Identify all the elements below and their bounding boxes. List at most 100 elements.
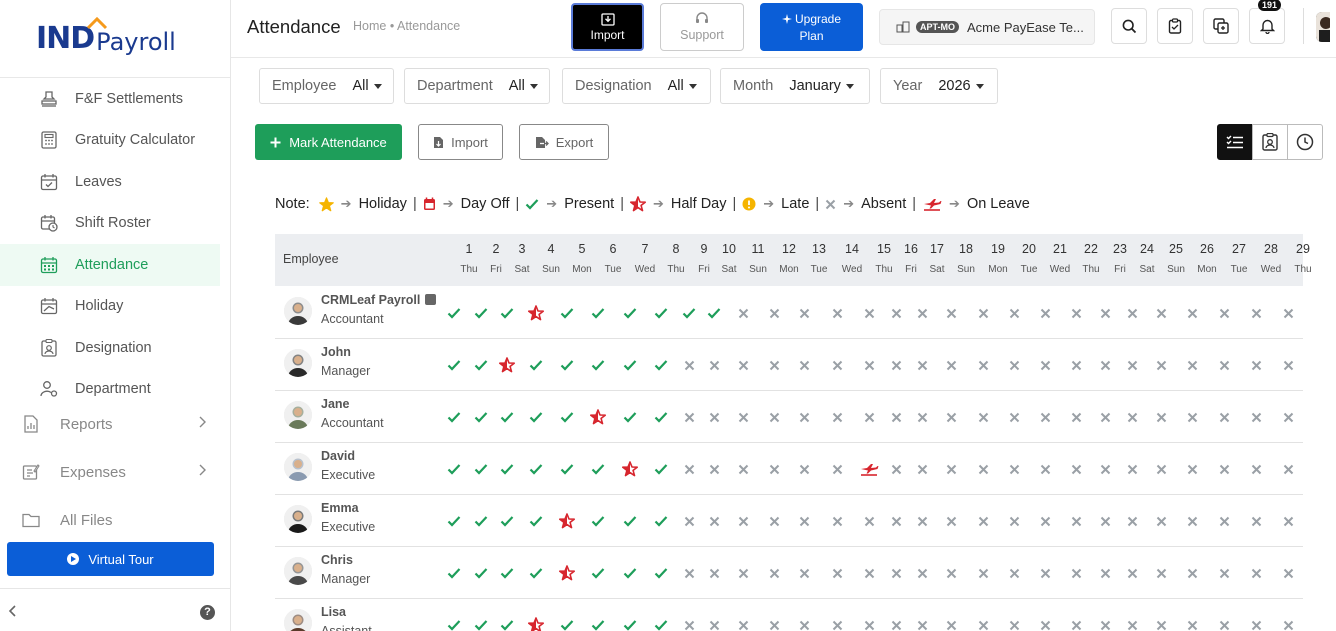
absent-cross-icon[interactable] bbox=[733, 355, 753, 375]
absent-cross-icon[interactable] bbox=[912, 355, 932, 375]
absent-cross-icon[interactable] bbox=[1004, 355, 1024, 375]
present-check-icon[interactable] bbox=[444, 511, 464, 531]
sidebar-item-shift-roster[interactable]: Shift Roster bbox=[0, 203, 230, 245]
absent-cross-icon[interactable] bbox=[733, 303, 753, 323]
absent-cross-icon[interactable] bbox=[1151, 615, 1171, 631]
present-check-icon[interactable] bbox=[557, 459, 577, 479]
absent-cross-icon[interactable] bbox=[1066, 511, 1086, 531]
absent-cross-icon[interactable] bbox=[827, 511, 847, 531]
present-check-icon[interactable] bbox=[497, 511, 517, 531]
absent-cross-icon[interactable] bbox=[1122, 563, 1142, 583]
absent-cross-icon[interactable] bbox=[827, 615, 847, 631]
present-check-icon[interactable] bbox=[588, 615, 608, 631]
table-row[interactable]: CRMLeaf Payroll Accountant bbox=[275, 287, 1303, 339]
brand-logo[interactable]: IND Payroll bbox=[0, 0, 230, 78]
absent-cross-icon[interactable] bbox=[973, 459, 993, 479]
absent-cross-icon[interactable] bbox=[1095, 407, 1115, 427]
absent-cross-icon[interactable] bbox=[794, 563, 814, 583]
present-check-icon[interactable] bbox=[444, 355, 464, 375]
absent-cross-icon[interactable] bbox=[886, 355, 906, 375]
absent-cross-icon[interactable] bbox=[764, 303, 784, 323]
sidebar-item-leaves[interactable]: Leaves bbox=[0, 161, 230, 203]
absent-cross-icon[interactable] bbox=[1214, 459, 1234, 479]
present-check-icon[interactable] bbox=[497, 303, 517, 323]
present-check-icon[interactable] bbox=[526, 355, 546, 375]
absent-cross-icon[interactable] bbox=[794, 407, 814, 427]
view-list-toggle[interactable] bbox=[1217, 124, 1253, 160]
absent-cross-icon[interactable] bbox=[941, 459, 961, 479]
help-icon[interactable]: ? bbox=[200, 605, 215, 620]
absent-cross-icon[interactable] bbox=[941, 407, 961, 427]
absent-cross-icon[interactable] bbox=[1066, 355, 1086, 375]
present-check-icon[interactable] bbox=[444, 407, 464, 427]
absent-cross-icon[interactable] bbox=[733, 563, 753, 583]
half-day-star-icon[interactable] bbox=[557, 563, 577, 583]
present-check-icon[interactable] bbox=[557, 303, 577, 323]
absent-cross-icon[interactable] bbox=[1035, 303, 1055, 323]
absent-cross-icon[interactable] bbox=[679, 355, 699, 375]
support-button[interactable]: Support bbox=[660, 3, 744, 51]
present-check-icon[interactable] bbox=[444, 459, 464, 479]
present-check-icon[interactable] bbox=[444, 303, 464, 323]
half-day-star-icon[interactable] bbox=[620, 459, 640, 479]
absent-cross-icon[interactable] bbox=[1246, 563, 1266, 583]
table-row[interactable]: Chris Manager bbox=[275, 547, 1303, 599]
table-row[interactable]: John Manager bbox=[275, 339, 1303, 391]
absent-cross-icon[interactable] bbox=[764, 459, 784, 479]
absent-cross-icon[interactable] bbox=[1035, 615, 1055, 631]
present-check-icon[interactable] bbox=[526, 511, 546, 531]
absent-cross-icon[interactable] bbox=[1122, 407, 1142, 427]
absent-cross-icon[interactable] bbox=[1035, 459, 1055, 479]
absent-cross-icon[interactable] bbox=[827, 303, 847, 323]
absent-cross-icon[interactable] bbox=[973, 615, 993, 631]
on-leave-plane-icon[interactable] bbox=[859, 459, 879, 479]
present-check-icon[interactable] bbox=[651, 355, 671, 375]
present-check-icon[interactable] bbox=[620, 407, 640, 427]
present-check-icon[interactable] bbox=[588, 355, 608, 375]
present-check-icon[interactable] bbox=[588, 459, 608, 479]
absent-cross-icon[interactable] bbox=[679, 563, 699, 583]
absent-cross-icon[interactable] bbox=[1182, 459, 1202, 479]
absent-cross-icon[interactable] bbox=[733, 615, 753, 631]
mark-attendance-button[interactable]: Mark Attendance bbox=[255, 124, 402, 160]
absent-cross-icon[interactable] bbox=[1278, 407, 1298, 427]
absent-cross-icon[interactable] bbox=[704, 459, 724, 479]
absent-cross-icon[interactable] bbox=[912, 511, 932, 531]
present-check-icon[interactable] bbox=[497, 563, 517, 583]
filter-department[interactable]: Department All bbox=[404, 68, 550, 104]
absent-cross-icon[interactable] bbox=[1095, 459, 1115, 479]
absent-cross-icon[interactable] bbox=[1278, 303, 1298, 323]
present-check-icon[interactable] bbox=[651, 303, 671, 323]
breadcrumb[interactable]: Home • Attendance bbox=[353, 19, 460, 33]
absent-cross-icon[interactable] bbox=[704, 407, 724, 427]
present-check-icon[interactable] bbox=[471, 615, 491, 631]
absent-cross-icon[interactable] bbox=[1004, 511, 1024, 531]
present-check-icon[interactable] bbox=[620, 615, 640, 631]
absent-cross-icon[interactable] bbox=[1122, 459, 1142, 479]
sidebar-item-f-f-settlements[interactable]: F&F Settlements bbox=[0, 78, 230, 120]
absent-cross-icon[interactable] bbox=[1066, 407, 1086, 427]
absent-cross-icon[interactable] bbox=[1004, 459, 1024, 479]
absent-cross-icon[interactable] bbox=[679, 407, 699, 427]
search-button[interactable] bbox=[1111, 8, 1147, 44]
table-row[interactable]: Lisa Assistant bbox=[275, 599, 1303, 631]
employee-name[interactable]: Lisa bbox=[321, 605, 346, 619]
absent-cross-icon[interactable] bbox=[1004, 563, 1024, 583]
present-check-icon[interactable] bbox=[620, 511, 640, 531]
absent-cross-icon[interactable] bbox=[764, 615, 784, 631]
absent-cross-icon[interactable] bbox=[886, 459, 906, 479]
absent-cross-icon[interactable] bbox=[1151, 459, 1171, 479]
sidebar-item-holiday[interactable]: Holiday bbox=[0, 286, 230, 328]
absent-cross-icon[interactable] bbox=[1246, 459, 1266, 479]
absent-cross-icon[interactable] bbox=[1035, 563, 1055, 583]
present-check-icon[interactable] bbox=[497, 459, 517, 479]
absent-cross-icon[interactable] bbox=[827, 355, 847, 375]
absent-cross-icon[interactable] bbox=[973, 511, 993, 531]
absent-cross-icon[interactable] bbox=[764, 355, 784, 375]
absent-cross-icon[interactable] bbox=[1095, 615, 1115, 631]
absent-cross-icon[interactable] bbox=[1151, 303, 1171, 323]
absent-cross-icon[interactable] bbox=[1066, 615, 1086, 631]
absent-cross-icon[interactable] bbox=[1151, 563, 1171, 583]
absent-cross-icon[interactable] bbox=[794, 511, 814, 531]
present-check-icon[interactable] bbox=[471, 303, 491, 323]
